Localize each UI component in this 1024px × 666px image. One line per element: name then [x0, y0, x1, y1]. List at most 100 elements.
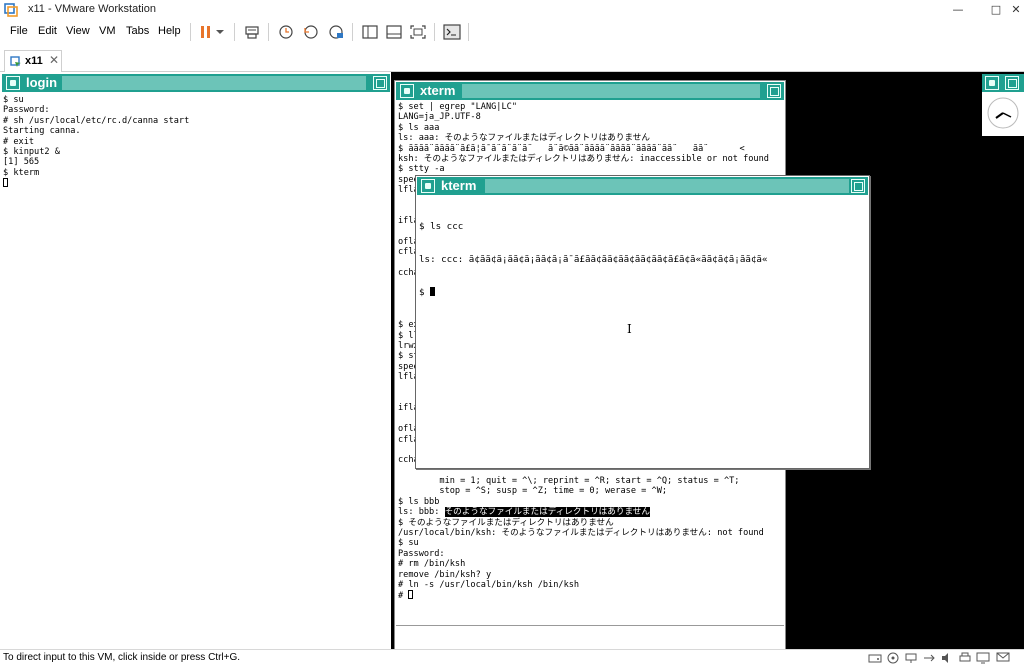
- iconify-icon[interactable]: [985, 76, 999, 90]
- kterm-titlebar: kterm: [417, 177, 868, 195]
- terminal-line: # rm /bin/ksh: [398, 559, 466, 570]
- toolbar-separator: [468, 23, 469, 41]
- text-cursor: [430, 287, 436, 296]
- vm-tab-icon: [10, 56, 21, 67]
- terminal-line: # ln -s /usr/local/bin/ksh /bin/ksh: [398, 579, 580, 590]
- toolbar-separator: [268, 23, 269, 41]
- menu-edit[interactable]: Edit: [38, 25, 57, 37]
- kterm-line: ls: ccc: ã¢ãã¢ã¡ãã¢ã¡ãã¢ã¡ã¯ã£ãã¢ãã¢ãã¢ã…: [419, 254, 768, 265]
- console-view-icon[interactable]: [442, 23, 462, 41]
- terminal-line: # sh /usr/local/etc/rc.d/canna start: [3, 115, 190, 126]
- xterm-titlebar: xterm: [396, 82, 784, 100]
- terminal-line: min = 1; quit = ^\; reprint = ^R; start …: [398, 476, 740, 487]
- terminal-line: # exit: [3, 136, 35, 147]
- tab-x11[interactable]: x11 ✕: [4, 50, 62, 72]
- terminal-line: LANG=ja_JP.UTF-8: [398, 112, 481, 123]
- close-window-button[interactable]: ✕: [1004, 1, 1024, 19]
- network-icon[interactable]: [904, 652, 918, 664]
- hdd-icon[interactable]: [868, 652, 882, 664]
- kterm-title: kterm: [441, 178, 477, 193]
- terminal-line: ls: aaa: そのようなファイルまたはディレクトリはありません: [398, 133, 650, 144]
- statusbar: To direct input to this VM, click inside…: [0, 649, 1024, 666]
- maximize-icon[interactable]: [767, 84, 781, 98]
- revert-snapshot-icon[interactable]: [301, 23, 321, 41]
- snapshot-manager-icon[interactable]: [326, 23, 346, 41]
- pause-icon[interactable]: [196, 23, 216, 41]
- menu-help[interactable]: Help: [158, 25, 181, 37]
- iconify-icon[interactable]: [400, 84, 414, 98]
- terminal-line: $ kterm: [3, 167, 40, 178]
- display-icon[interactable]: [976, 652, 990, 664]
- login-terminal[interactable]: $ su Password: # sh /usr/local/etc/rc.d/ca…: [3, 95, 389, 649]
- maximize-icon[interactable]: [851, 179, 865, 193]
- window-titlebar: x11 - VMware Workstation — □ ✕: [0, 0, 1024, 20]
- toolbar-separator: [434, 23, 435, 41]
- terminal-line: Starting canna.: [3, 126, 81, 137]
- terminal-line: $ su: [398, 538, 419, 549]
- tab-strip: x11 ✕: [0, 44, 1024, 72]
- show-library-icon[interactable]: [360, 23, 380, 41]
- printer-icon[interactable]: [958, 652, 972, 664]
- toolbar-separator: [234, 23, 235, 41]
- terminal-line: $ ãããã¨ãããã¨ã£ã¦ã¯ã¨ã¨ã¨ã¨ ã¨ã©ãã¨ãããã¨ã…: [398, 143, 745, 154]
- snapshot-icon[interactable]: [276, 23, 296, 41]
- terminal-line: $ ls bbb: [398, 496, 440, 507]
- cdrom-icon[interactable]: [886, 652, 900, 664]
- terminal-line: $ su: [3, 95, 24, 105]
- partial-window-titlebar: [982, 74, 1024, 92]
- terminal-line: $ kinput2 &: [3, 146, 60, 157]
- terminal-line: $ ls aaa: [398, 122, 440, 133]
- maximize-icon[interactable]: [1005, 76, 1019, 90]
- xclock-window: [982, 92, 1024, 136]
- selected-text[interactable]: そのようなファイルまたはディレクトリはありません: [444, 507, 650, 518]
- kterm-prompt: $: [419, 287, 431, 298]
- vm-display[interactable]: login $ su Password: # sh /usr/local/etc/r…: [0, 72, 1024, 649]
- menu-vm[interactable]: VM: [99, 25, 116, 37]
- title-stripe: [462, 84, 760, 98]
- iconify-icon[interactable]: [6, 76, 20, 90]
- dropdown-arrow-icon[interactable]: [214, 23, 226, 41]
- terminal-line: /usr/local/bin/ksh: そのようなファイルまたはディレクトリはあ…: [398, 528, 764, 539]
- kterm-line: $ ls ccc: [419, 221, 464, 232]
- terminal-line: [1] 565: [3, 157, 40, 168]
- ibeam-cursor-icon: I: [627, 322, 632, 336]
- minimize-button[interactable]: —: [946, 1, 970, 19]
- toolbar-separator: [190, 23, 191, 41]
- terminal-line: stop = ^S; susp = ^Z; time = 0; werase =…: [398, 486, 668, 497]
- terminal-line: remove /bin/ksh? y: [398, 569, 492, 580]
- kterm-window: kterm $ ls ccc ls: ccc: ã¢ãã¢ã¡ãã¢ã¡ãã¢ã…: [415, 175, 870, 469]
- iconify-icon[interactable]: [421, 179, 435, 193]
- send-ctrl-alt-del-icon[interactable]: [242, 23, 262, 41]
- tab-label: x11: [25, 55, 43, 67]
- menubar: File Edit View VM Tabs Help: [0, 20, 1024, 44]
- login-title: login: [26, 75, 58, 90]
- terminal-line: $ set | egrep "LANG|LC": [398, 102, 517, 112]
- vmware-app-icon: [4, 3, 18, 17]
- menu-tabs[interactable]: Tabs: [126, 25, 149, 37]
- terminal-line: #: [398, 590, 784, 601]
- usb-icon[interactable]: [922, 652, 936, 664]
- status-message: To direct input to this VM, click inside…: [3, 652, 241, 663]
- menu-file[interactable]: File: [10, 25, 28, 37]
- maximize-icon[interactable]: [373, 76, 387, 90]
- bbb-error-prefix: ls: bbb:: [398, 507, 445, 518]
- thumbnail-bar-icon[interactable]: [384, 23, 404, 41]
- toolbar-separator: [352, 23, 353, 41]
- tab-close-button[interactable]: ✕: [49, 53, 59, 67]
- clock-icon: [987, 97, 1019, 129]
- text-cursor: [3, 178, 8, 188]
- xterm-title: xterm: [420, 83, 456, 98]
- terminal-line: ksh: そのようなファイルまたはディレクトリはありません: inaccessi…: [398, 153, 769, 164]
- text-cursor: [408, 590, 414, 600]
- title-stripe: [485, 179, 849, 193]
- sound-icon[interactable]: [940, 652, 954, 664]
- login-titlebar: login: [2, 74, 390, 92]
- terminal-line: Password:: [3, 105, 50, 116]
- terminal-line: Password:: [398, 548, 445, 559]
- menu-view[interactable]: View: [66, 25, 90, 37]
- title-stripe: [62, 76, 366, 90]
- message-icon[interactable]: [996, 652, 1010, 664]
- kterm-terminal[interactable]: $ ls ccc ls: ccc: ã¢ãã¢ã¡ãã¢ã¡ãã¢ã¡ã¯ã£ã…: [419, 199, 867, 467]
- window-title: x11 - VMware Workstation: [28, 3, 156, 15]
- fullscreen-icon[interactable]: [408, 23, 428, 41]
